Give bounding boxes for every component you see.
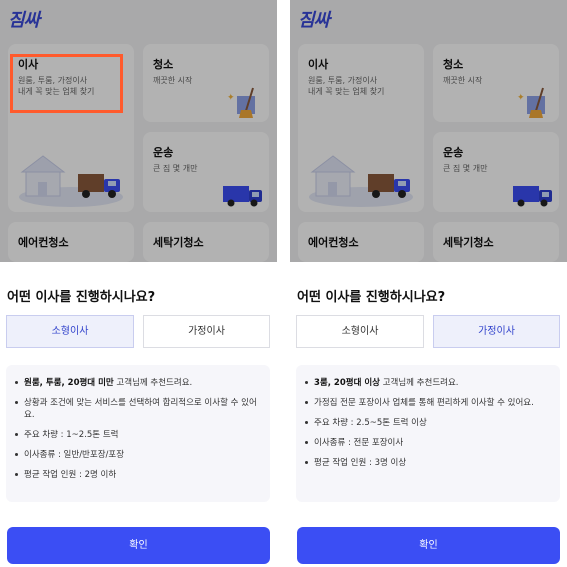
confirm-button[interactable]: 확인 xyxy=(297,527,560,564)
option-home-move[interactable]: 가정이사 xyxy=(143,315,270,348)
highlight-box xyxy=(10,54,123,113)
info-item: 이사종류 : 전문 포장이사 xyxy=(305,437,548,449)
option-small-move[interactable]: 소형이사 xyxy=(6,315,134,348)
info-item: 이사종류 : 일반/반포장/포장 xyxy=(15,449,258,461)
info-item: 상황과 조건에 맞는 서비스를 선택하여 합리적으로 이사할 수 있어요. xyxy=(15,398,257,420)
info-item: 원룸, 투룸, 20평대 미만 고객님께 추천드려요. xyxy=(15,377,258,389)
option-home-move[interactable]: 가정이사 xyxy=(433,315,560,348)
info-item: 주요 차량 : 1~2.5톤 트럭 xyxy=(15,429,258,441)
info-item: 3룸, 20평대 이상 고객님께 추천드려요. xyxy=(305,377,548,389)
info-item: 평균 작업 인원 : 2명 이하 xyxy=(15,469,258,481)
right-screen: 짐싸 이사 원룸, 투룸, 가정이사 내게 꼭 맞는 업체 찾기 청소 깨끗한 xyxy=(290,0,567,567)
home-grid: 짐싸 이사 원룸, 투룸, 가정이사 내게 꼭 맞는 업체 찾기 청소 깨끗한 xyxy=(0,0,277,262)
dim-overlay[interactable] xyxy=(290,0,567,262)
confirm-button[interactable]: 확인 xyxy=(7,527,270,564)
info-box: 3룸, 20평대 이상 고객님께 추천드려요. 가정집 전문 포장이사 업체를 … xyxy=(296,365,560,502)
left-screen: 짐싸 이사 원룸, 투룸, 가정이사 내게 꼭 맞는 업체 찾기 청소 깨끗한 xyxy=(0,0,277,567)
info-item: 가정집 전문 포장이사 업체를 통해 편리하게 이사할 수 있어요. xyxy=(305,397,548,409)
info-box: 원룸, 투룸, 20평대 미만 고객님께 추천드려요. 상황과 조건에 맞는 서… xyxy=(6,365,270,502)
sheet-question: 어떤 이사를 진행하시나요? xyxy=(297,290,446,305)
dim-overlay[interactable] xyxy=(0,0,277,262)
home-grid: 짐싸 이사 원룸, 투룸, 가정이사 내게 꼭 맞는 업체 찾기 청소 깨끗한 xyxy=(290,0,567,262)
info-item: 주요 차량 : 2.5~5톤 트럭 이상 xyxy=(305,417,548,429)
option-small-move[interactable]: 소형이사 xyxy=(296,315,424,348)
sheet-question: 어떤 이사를 진행하시나요? xyxy=(7,290,156,305)
info-item: 평균 작업 인원 : 3명 이상 xyxy=(305,457,548,469)
